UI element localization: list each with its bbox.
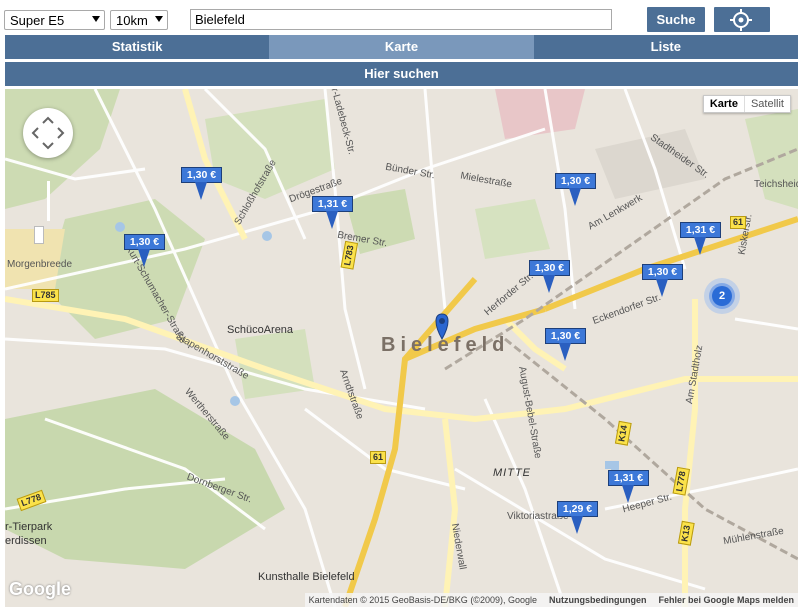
place-label-tierpark: r-Tierpark [5, 521, 53, 533]
chevron-down-icon [155, 16, 163, 22]
marker-pin-icon [656, 279, 668, 297]
place-label-mitte: MITTE [493, 467, 531, 479]
location-search-input[interactable]: Bielefeld [190, 9, 612, 30]
terms-link[interactable]: Nutzungsbedingungen [549, 593, 646, 607]
road-shield: L785 [32, 289, 59, 302]
price-label: 1,30 € [181, 167, 222, 183]
place-label-schueco-arena: SchücoArena [227, 324, 294, 336]
map-attribution: Kartendaten © 2015 GeoBasis-DE/BKG (©200… [304, 593, 798, 607]
marker-pin-icon [559, 343, 571, 361]
street-label: Teichsheide [754, 179, 798, 190]
fuel-type-select[interactable]: Super E5 [4, 10, 105, 30]
street-label: Morgenbreede [7, 259, 73, 270]
locate-me-button[interactable] [714, 7, 770, 32]
road-shield: 61 [730, 216, 747, 229]
tab-karte[interactable]: Karte [269, 35, 534, 59]
price-marker[interactable]: 1,30 € [529, 260, 577, 294]
location-search-value: Bielefeld [195, 12, 245, 27]
city-label: Bielefeld [381, 334, 510, 356]
marker-pin-icon [694, 237, 706, 255]
map-type-karte[interactable]: Karte [704, 96, 744, 112]
marker-pin-icon [195, 182, 207, 200]
price-marker[interactable]: 1,30 € [124, 234, 172, 268]
pan-control[interactable] [23, 108, 73, 158]
marker-pin-icon [571, 516, 583, 534]
price-label: 1,30 € [124, 234, 165, 250]
marker-pin-icon [543, 275, 555, 293]
price-marker[interactable]: 1,31 € [680, 222, 728, 256]
view-tabs: Statistik Karte Liste [5, 35, 798, 59]
price-label: 1,30 € [555, 173, 596, 189]
road-shield: 61 [370, 451, 387, 464]
tab-liste[interactable]: Liste [534, 35, 798, 59]
search-here-button[interactable]: Hier suchen [5, 62, 798, 86]
price-label: 1,30 € [642, 264, 683, 280]
search-button[interactable]: Suche [647, 7, 705, 32]
price-label: 1,29 € [557, 501, 598, 517]
cluster-count: 2 [712, 286, 732, 306]
place-label-erdissen: erdissen [5, 535, 47, 547]
map-type-control: Karte Satellit [702, 95, 791, 113]
price-label: 1,31 € [312, 196, 353, 212]
toolbar: Super E5 10km Bielefeld Suche [0, 0, 803, 36]
radius-value: 10km [116, 13, 148, 28]
chevron-down-icon [92, 16, 100, 22]
google-logo: Google [9, 579, 71, 599]
map-type-satellit[interactable]: Satellit [743, 96, 790, 112]
marker-pin-icon [569, 188, 581, 206]
marker-pin-icon [326, 211, 338, 229]
cluster-marker[interactable]: 2 [704, 278, 740, 314]
price-marker[interactable]: 1,30 € [555, 173, 603, 207]
marker-pin-icon [622, 485, 634, 503]
zoom-slider-handle[interactable] [34, 226, 44, 244]
place-label-kunsthalle: Kunsthalle Bielefeld [258, 571, 355, 583]
tab-statistik[interactable]: Statistik [5, 35, 269, 59]
marker-pin-icon [138, 249, 150, 267]
price-marker[interactable]: 1,31 € [312, 196, 360, 230]
price-marker[interactable]: 1,31 € [608, 470, 656, 504]
price-marker[interactable]: 1,30 € [642, 264, 690, 298]
price-marker[interactable]: 1,30 € [181, 167, 229, 201]
crosshair-icon [730, 9, 752, 31]
price-label: 1,31 € [680, 222, 721, 238]
fuel-type-value: Super E5 [10, 13, 65, 28]
attribution-data: Kartendaten © 2015 GeoBasis-DE/BKG (©200… [308, 595, 537, 605]
map-view[interactable]: Karte Satellit Schloßhofstraße Drögestra… [5, 89, 798, 607]
price-marker[interactable]: 1,29 € [557, 501, 605, 535]
zoom-slider[interactable] [47, 181, 50, 221]
pan-arrows-icon [31, 116, 65, 150]
price-marker[interactable]: 1,30 € [545, 328, 593, 362]
price-label: 1,31 € [608, 470, 649, 486]
price-label: 1,30 € [529, 260, 570, 276]
price-label: 1,30 € [545, 328, 586, 344]
radius-select[interactable]: 10km [110, 10, 168, 30]
report-error-link[interactable]: Fehler bei Google Maps melden [658, 593, 794, 607]
